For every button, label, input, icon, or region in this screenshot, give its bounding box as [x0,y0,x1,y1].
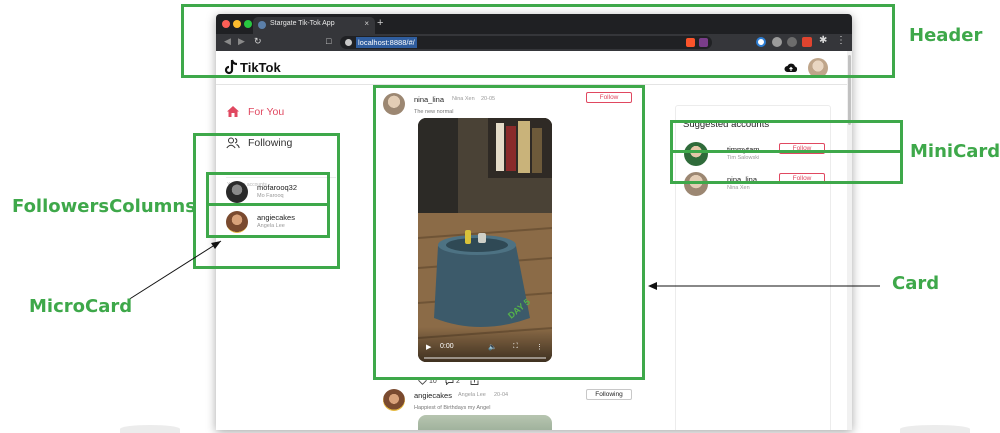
post-video[interactable] [418,415,552,430]
micro-card-annotation-box [206,172,330,206]
background-decoration [900,425,970,433]
card-annotation-label: Card [892,273,940,294]
mini-card-annotation-box [670,120,903,153]
post-caption: Happiest of Birthdays my Angel [414,405,491,411]
card-annotation-box [373,85,645,380]
background-decoration [120,425,180,433]
post-author-name: Angela Lee [458,392,486,398]
micro-card-annotation-box [206,203,330,238]
post-date: 20-04 [494,392,509,398]
header-annotation-box [181,4,895,78]
mini-card-name: Nina Xen [727,185,750,191]
micro-card-annotation-label: MicroCard [29,296,133,317]
post-username[interactable]: angiecakes [414,391,452,400]
home-icon [227,106,239,117]
mini-card-annotation-label: MiniCard [910,141,1000,162]
avatar[interactable] [383,389,405,411]
mini-card-annotation-box [670,150,903,184]
sidebar-item-label: For You [248,105,285,118]
header-annotation-label: Header [909,25,983,46]
stage: Stargate Tik-Tok App × + ◀ ▶ ↻ □ localho… [0,0,1000,433]
following-button[interactable]: Following [586,389,632,400]
sidebar-item-for-you[interactable]: For You [226,105,284,118]
page-scrollbar[interactable] [847,51,852,430]
followers-columns-annotation-label: FollowersColumns [12,196,196,217]
